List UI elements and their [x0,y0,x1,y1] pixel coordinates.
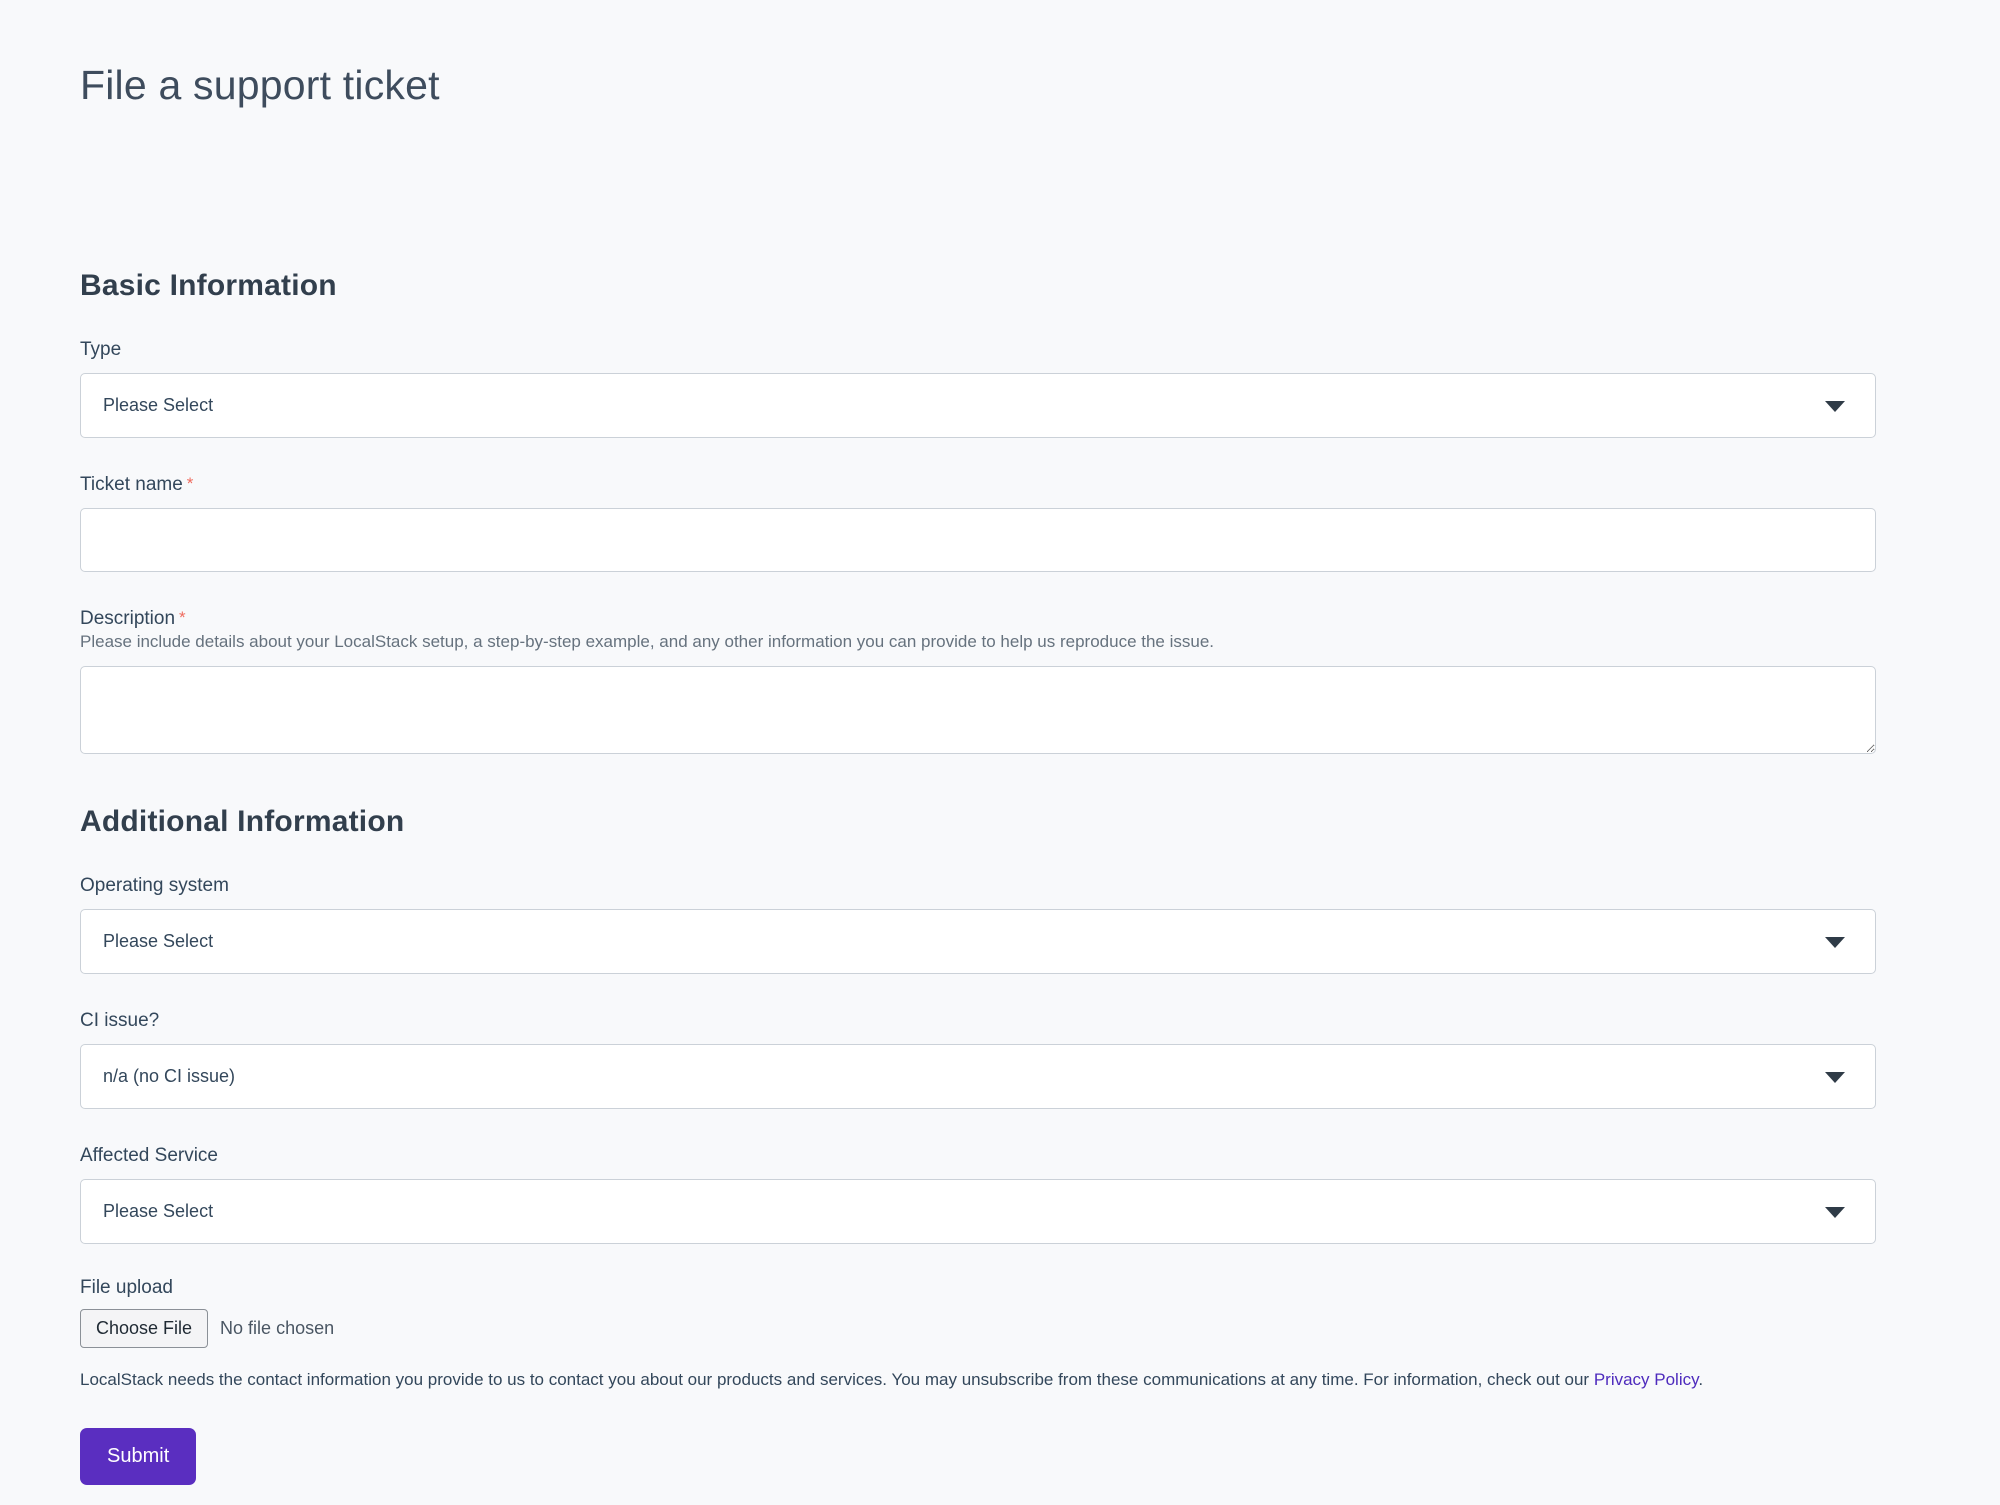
affected-service-select[interactable]: Please Select [80,1179,1876,1244]
section-heading-basic-information: Basic Information [80,269,1876,303]
choose-file-button[interactable]: Choose File [80,1309,208,1348]
description-label: Description* [80,608,1876,630]
affected-service-label: Affected Service [80,1145,1876,1167]
type-select-value: Please Select [103,395,213,416]
operating-system-field: Operating system Please Select [80,875,1876,974]
description-helper-text: Please include details about your LocalS… [80,632,1876,652]
submit-button[interactable]: Submit [80,1428,196,1485]
file-upload-field: File upload Choose File No file chosen [80,1277,1876,1348]
file-upload-label: File upload [80,1277,1876,1299]
description-label-text: Description [80,608,175,629]
legal-text: LocalStack needs the contact information… [80,1368,1876,1392]
description-textarea[interactable] [80,666,1876,754]
type-field: Type Please Select [80,339,1876,438]
legal-text-after-link: . [1698,1370,1703,1389]
support-ticket-form: File a support ticket Basic Information … [80,0,1876,1485]
required-asterisk: * [187,474,194,493]
type-label: Type [80,339,1876,361]
operating-system-label: Operating system [80,875,1876,897]
ticket-name-field: Ticket name* [80,474,1876,572]
operating-system-select[interactable]: Please Select [80,909,1876,974]
section-heading-additional-information: Additional Information [80,805,1876,839]
ci-issue-field: CI issue? n/a (no CI issue) [80,1010,1876,1109]
ticket-name-label-text: Ticket name [80,474,183,495]
description-field: Description* Please include details abou… [80,608,1876,759]
ci-issue-select[interactable]: n/a (no CI issue) [80,1044,1876,1109]
caret-down-icon [1825,1072,1845,1083]
file-upload-input[interactable]: Choose File No file chosen [80,1309,1876,1348]
caret-down-icon [1825,401,1845,412]
operating-system-select-value: Please Select [103,931,213,952]
caret-down-icon [1825,937,1845,948]
ticket-name-label: Ticket name* [80,474,1876,496]
ci-issue-label: CI issue? [80,1010,1876,1032]
ci-issue-select-value: n/a (no CI issue) [103,1066,235,1087]
affected-service-field: Affected Service Please Select [80,1145,1876,1244]
privacy-policy-link[interactable]: Privacy Policy [1594,1370,1699,1389]
ticket-name-input[interactable] [80,508,1876,572]
caret-down-icon [1825,1207,1845,1218]
required-asterisk: * [179,608,186,627]
legal-text-before-link: LocalStack needs the contact information… [80,1370,1594,1389]
page-title: File a support ticket [80,62,1876,109]
affected-service-select-value: Please Select [103,1201,213,1222]
type-select[interactable]: Please Select [80,373,1876,438]
file-status-text: No file chosen [220,1318,334,1339]
